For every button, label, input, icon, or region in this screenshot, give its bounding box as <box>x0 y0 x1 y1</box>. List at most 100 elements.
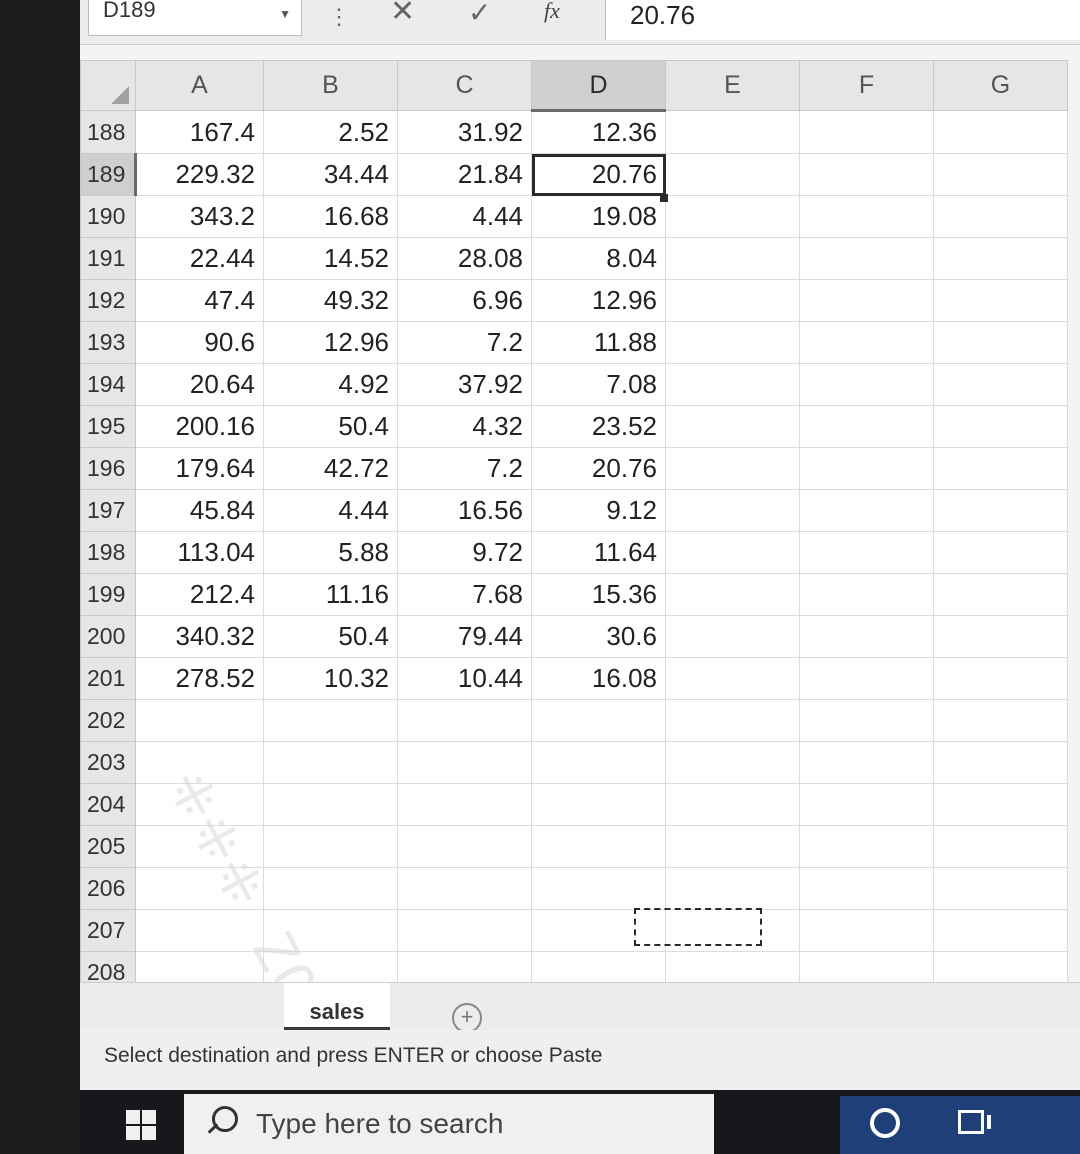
row-header[interactable]: 190 <box>80 195 136 238</box>
cell-b[interactable] <box>263 741 398 784</box>
add-sheet-icon[interactable]: + <box>452 1003 482 1033</box>
cell-c[interactable]: 7.68 <box>397 573 532 616</box>
cell-d[interactable]: 8.04 <box>531 237 666 280</box>
row-header[interactable]: 194 <box>80 363 136 406</box>
cell-f[interactable] <box>799 657 934 700</box>
cell-c[interactable]: 31.92 <box>397 110 532 154</box>
cell-g[interactable] <box>933 783 1068 826</box>
cell-g[interactable] <box>933 321 1068 364</box>
cell-f[interactable] <box>799 825 934 868</box>
cell-g[interactable] <box>933 657 1068 700</box>
row-header[interactable]: 188 <box>80 110 136 154</box>
row-header[interactable]: 202 <box>80 699 136 742</box>
cell-f[interactable] <box>799 405 934 448</box>
cell-f[interactable] <box>799 699 934 742</box>
cell-d[interactable]: 30.6 <box>531 615 666 658</box>
cell-d[interactable] <box>531 825 666 868</box>
cell-g[interactable] <box>933 909 1068 952</box>
cell-a[interactable]: 343.2 <box>135 195 264 238</box>
cell-g[interactable] <box>933 363 1068 406</box>
cell-c[interactable]: 21.84 <box>397 153 532 196</box>
cell-f[interactable] <box>799 237 934 280</box>
cell-c[interactable] <box>397 783 532 826</box>
cell-g[interactable] <box>933 825 1068 868</box>
cell-e[interactable] <box>665 110 800 154</box>
cell-c[interactable]: 10.44 <box>397 657 532 700</box>
cell-d[interactable]: 11.64 <box>531 531 666 574</box>
cell-b[interactable]: 12.96 <box>263 321 398 364</box>
taskbar-search-box[interactable]: Type here to search <box>184 1094 714 1154</box>
row-header[interactable]: 206 <box>80 867 136 910</box>
cell-f[interactable] <box>799 867 934 910</box>
windows-start-icon[interactable] <box>110 1096 172 1154</box>
more-options-icon[interactable]: ⋮ <box>328 4 350 30</box>
cell-c[interactable] <box>397 741 532 784</box>
cell-g[interactable] <box>933 195 1068 238</box>
row-header[interactable]: 193 <box>80 321 136 364</box>
cell-a[interactable]: 22.44 <box>135 237 264 280</box>
cell-c[interactable]: 37.92 <box>397 363 532 406</box>
cell-g[interactable] <box>933 153 1068 196</box>
row-header[interactable]: 189 <box>80 153 137 196</box>
cell-f[interactable] <box>799 363 934 406</box>
cell-d[interactable] <box>531 741 666 784</box>
cell-e[interactable] <box>665 783 800 826</box>
cell-f[interactable] <box>799 110 934 154</box>
cell-f[interactable] <box>799 573 934 616</box>
cell-a[interactable] <box>135 699 264 742</box>
cell-b[interactable]: 4.92 <box>263 363 398 406</box>
cell-g[interactable] <box>933 489 1068 532</box>
row-header[interactable]: 196 <box>80 447 136 490</box>
cell-b[interactable]: 11.16 <box>263 573 398 616</box>
cell-d[interactable] <box>531 783 666 826</box>
row-header[interactable]: 205 <box>80 825 136 868</box>
cell-f[interactable] <box>799 195 934 238</box>
cell-e[interactable] <box>665 615 800 658</box>
cell-a[interactable]: 45.84 <box>135 489 264 532</box>
cell-b[interactable] <box>263 699 398 742</box>
cell-c[interactable] <box>397 699 532 742</box>
cell-c[interactable]: 79.44 <box>397 615 532 658</box>
cell-e[interactable] <box>665 447 800 490</box>
cell-d[interactable] <box>531 867 666 910</box>
cell-c[interactable]: 7.2 <box>397 321 532 364</box>
cell-g[interactable] <box>933 741 1068 784</box>
cell-g[interactable] <box>933 405 1068 448</box>
cell-f[interactable] <box>799 321 934 364</box>
cell-g[interactable] <box>933 279 1068 322</box>
cell-c[interactable] <box>397 825 532 868</box>
cell-e[interactable] <box>665 657 800 700</box>
cell-g[interactable] <box>933 573 1068 616</box>
cell-f[interactable] <box>799 279 934 322</box>
column-header-f[interactable]: F <box>799 60 934 111</box>
cell-a[interactable]: 200.16 <box>135 405 264 448</box>
cell-c[interactable] <box>397 909 532 952</box>
cell-b[interactable] <box>263 783 398 826</box>
cell-b[interactable]: 16.68 <box>263 195 398 238</box>
cell-a[interactable]: 278.52 <box>135 657 264 700</box>
cell-d[interactable]: 12.36 <box>531 110 666 154</box>
row-header[interactable]: 192 <box>80 279 136 322</box>
row-header[interactable]: 199 <box>80 573 136 616</box>
cell-a[interactable]: 229.32 <box>135 153 264 196</box>
cell-d[interactable]: 19.08 <box>531 195 666 238</box>
row-header[interactable]: 207 <box>80 909 136 952</box>
column-header-b[interactable]: B <box>263 60 398 111</box>
cell-e[interactable] <box>665 237 800 280</box>
sheet-tab-sales[interactable]: sales <box>284 983 390 1030</box>
cell-a[interactable]: 212.4 <box>135 573 264 616</box>
cell-d[interactable]: 12.96 <box>531 279 666 322</box>
cell-b[interactable]: 10.32 <box>263 657 398 700</box>
cell-a[interactable]: 47.4 <box>135 279 264 322</box>
column-header-c[interactable]: C <box>397 60 532 111</box>
cell-e[interactable] <box>665 153 800 196</box>
row-header[interactable]: 197 <box>80 489 136 532</box>
function-icon[interactable]: fx <box>544 0 560 24</box>
cell-b[interactable]: 50.4 <box>263 615 398 658</box>
cell-b[interactable]: 4.44 <box>263 489 398 532</box>
cell-a[interactable]: 20.64 <box>135 363 264 406</box>
cell-e[interactable] <box>665 321 800 364</box>
cell-e[interactable] <box>665 699 800 742</box>
cell-b[interactable]: 2.52 <box>263 110 398 154</box>
row-header[interactable]: 200 <box>80 615 136 658</box>
